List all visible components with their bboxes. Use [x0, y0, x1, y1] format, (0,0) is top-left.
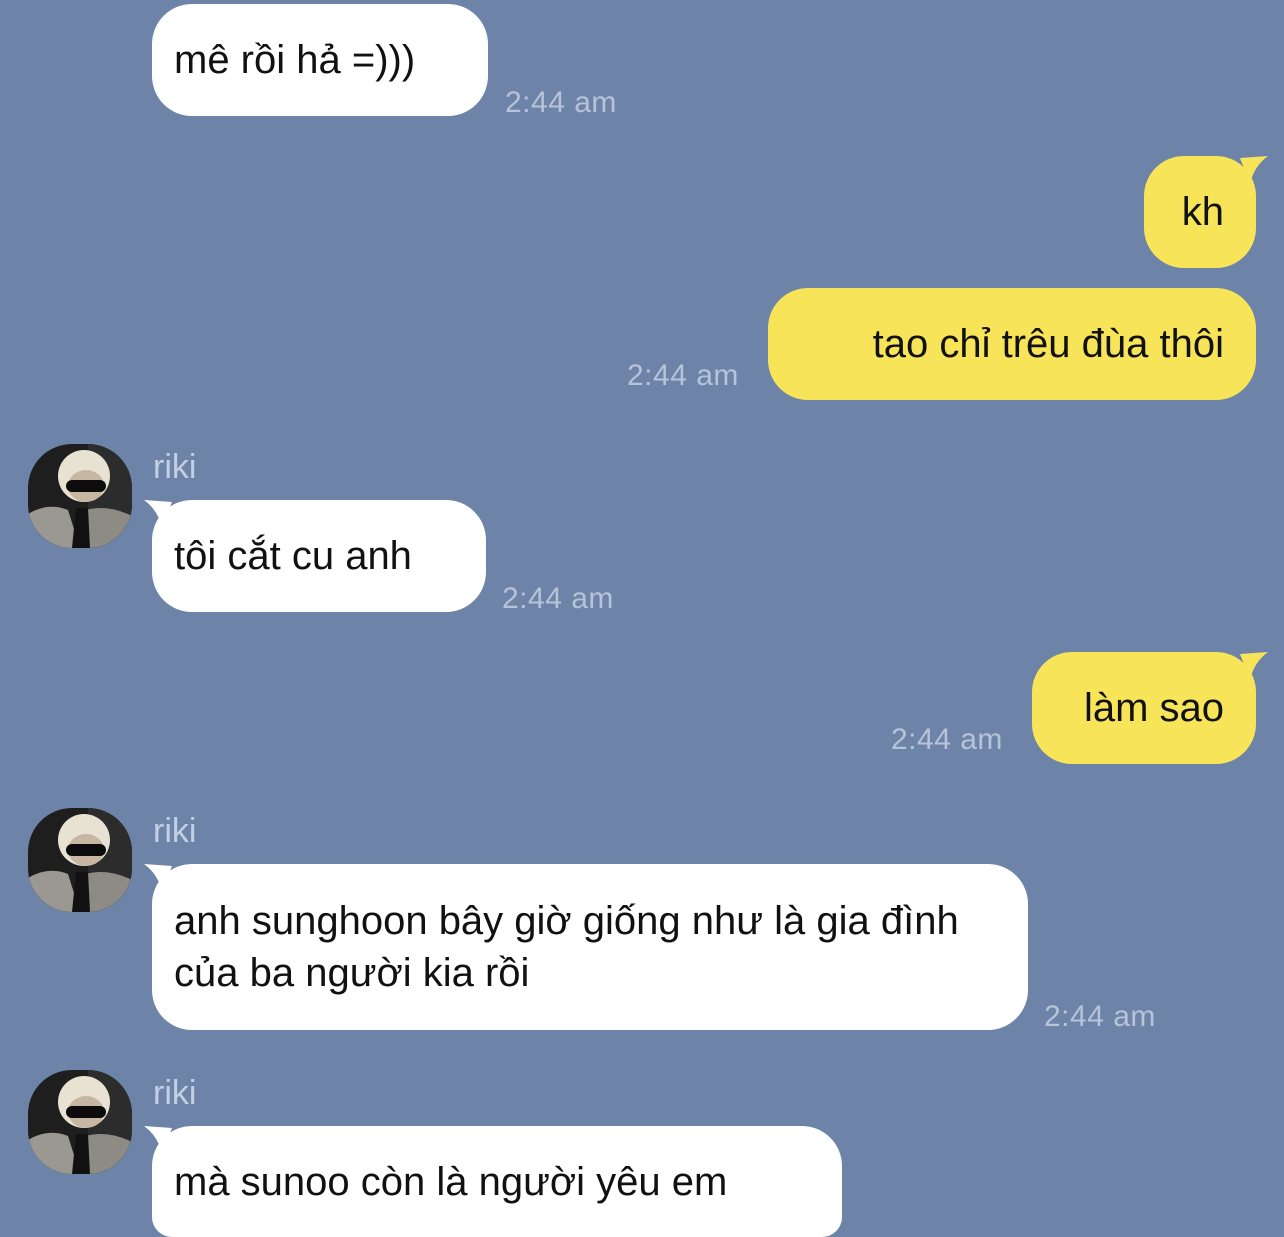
bubble-tail [1240, 652, 1268, 680]
sender-name: riki [153, 448, 197, 486]
message-bubble-outgoing[interactable]: tao chỉ trêu đùa thôi [768, 288, 1256, 400]
message-text: anh sunghoon bây giờ giống như là gia đì… [174, 899, 959, 995]
sender-name: riki [153, 812, 197, 850]
message-bubble-incoming[interactable]: mê rồi hả =))) [152, 4, 488, 116]
message-timestamp: 2:44 am [1044, 1000, 1156, 1033]
message-bubble-incoming[interactable]: anh sunghoon bây giờ giống như là gia đì… [152, 864, 1028, 1030]
chat-screen: { "conversation": { "messages": [ { "dir… [0, 0, 1284, 1237]
bubble-tail [1240, 156, 1268, 184]
message-text: mà sunoo còn là người yêu em [174, 1159, 728, 1204]
message-bubble-incoming[interactable]: mà sunoo còn là người yêu em [152, 1126, 842, 1237]
message-bubble-incoming[interactable]: tôi cắt cu anh [152, 500, 486, 612]
message-text: tao chỉ trêu đùa thôi [872, 322, 1224, 366]
message-bubble-outgoing[interactable]: làm sao [1032, 652, 1256, 764]
message-timestamp: 2:44 am [505, 86, 617, 119]
sender-avatar[interactable] [28, 1070, 132, 1174]
message-timestamp: 2:44 am [627, 359, 739, 392]
message-timestamp: 2:44 am [502, 582, 614, 615]
message-timestamp: 2:44 am [891, 723, 1003, 756]
sender-avatar[interactable] [28, 444, 132, 548]
message-text: mê rồi hả =))) [174, 38, 416, 82]
message-text: tôi cắt cu anh [174, 534, 412, 578]
sender-name: riki [153, 1074, 197, 1112]
message-text: kh [1181, 190, 1224, 234]
sender-avatar[interactable] [28, 808, 132, 912]
message-text: làm sao [1083, 686, 1224, 730]
